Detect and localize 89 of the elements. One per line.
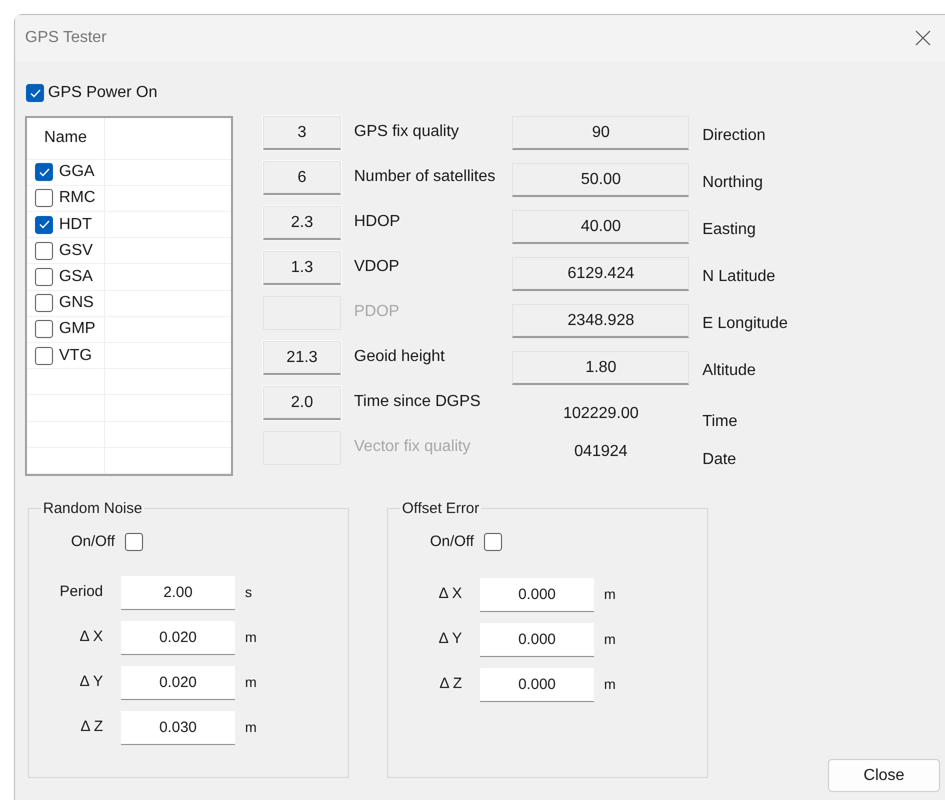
unit-label: m xyxy=(604,630,616,649)
readout-box: 3 xyxy=(263,116,341,150)
row-label: GGA xyxy=(59,162,95,182)
row-label: GSA xyxy=(59,267,93,288)
readout-label: E Longitude xyxy=(702,314,788,334)
checkmark-icon xyxy=(30,88,40,98)
input-field[interactable]: 0.030 xyxy=(121,710,235,744)
readout-box: 21.3 xyxy=(263,341,341,375)
input-field[interactable]: 0.000 xyxy=(480,622,594,656)
field-label: Δ Y xyxy=(78,672,104,692)
readout-box: 50.00 xyxy=(512,163,690,197)
checkmark-icon xyxy=(38,168,50,177)
readout-box: 40.00 xyxy=(512,210,690,244)
readout-label: Geoid height xyxy=(354,347,445,367)
list-row[interactable]: GMP xyxy=(27,316,231,343)
row-label: VTG xyxy=(59,346,92,366)
list-row[interactable]: GGA xyxy=(27,160,231,186)
readout-value: 102229.00 xyxy=(563,404,639,424)
input-field[interactable]: 0.000 xyxy=(480,578,594,612)
checkbox[interactable] xyxy=(35,268,53,286)
checkbox[interactable] xyxy=(35,216,53,234)
field-label: Δ Z xyxy=(79,717,104,738)
unit-label: s xyxy=(245,583,252,602)
list-row[interactable]: RMC xyxy=(27,186,231,212)
row-label: HDT xyxy=(59,214,92,235)
checkmark-icon xyxy=(38,220,50,230)
readout-box: 2348.928 xyxy=(512,304,690,338)
readout-label: Time since DGPS xyxy=(354,392,481,412)
input-field[interactable]: 0.020 xyxy=(121,620,235,654)
checkbox[interactable] xyxy=(35,294,53,312)
checkbox[interactable] xyxy=(484,533,502,552)
row-label: GSV xyxy=(59,240,93,261)
list-row[interactable]: HDT xyxy=(27,212,231,238)
unit-label: m xyxy=(245,673,257,692)
sentence-list[interactable]: Name GGA RMC HDT GSV GSA GNS GMP VTG xyxy=(25,116,233,476)
field-label: Δ X xyxy=(78,627,104,648)
unit-label: m xyxy=(245,628,257,647)
readout-label: Date xyxy=(702,450,736,470)
readout-label: VDOP xyxy=(354,257,400,277)
checkbox[interactable] xyxy=(35,163,53,182)
readout-label: N Latitude xyxy=(702,267,776,287)
toggle-label: On/Off xyxy=(71,532,115,552)
readout-box: 1.3 xyxy=(263,251,341,285)
readout-box: 90 xyxy=(512,116,690,150)
unit-label: m xyxy=(245,718,257,737)
close-icon[interactable] xyxy=(914,30,931,46)
readout-box: 2.0 xyxy=(263,386,341,420)
readout-box: 2.3 xyxy=(263,206,341,240)
unit-label: m xyxy=(604,585,616,604)
readout-label: PDOP xyxy=(354,302,400,322)
list-row[interactable]: GNS xyxy=(27,290,231,317)
checkbox[interactable] xyxy=(35,320,53,338)
checkbox[interactable] xyxy=(35,189,53,208)
readout-label: Northing xyxy=(702,173,763,193)
toggle-label: On/Off xyxy=(430,532,474,552)
list-row[interactable]: GSV xyxy=(27,238,231,264)
column-header[interactable]: Name xyxy=(27,118,105,159)
readout-label: Altitude xyxy=(702,361,756,381)
row-label: RMC xyxy=(59,188,96,208)
field-label: Period xyxy=(58,582,104,602)
field-label: Δ X xyxy=(438,584,463,604)
readout-label: Number of satellites xyxy=(354,167,496,187)
readout-label: Vector fix quality xyxy=(354,437,470,457)
checkbox[interactable] xyxy=(26,84,44,102)
readout-label: HDOP xyxy=(354,212,400,232)
input-field[interactable]: 0.000 xyxy=(480,668,594,702)
unit-label: m xyxy=(604,675,616,694)
checkbox-label: GPS Power On xyxy=(48,83,158,103)
input-field[interactable]: 0.020 xyxy=(121,666,235,700)
readout-box: 6 xyxy=(263,161,341,195)
readout-label: Easting xyxy=(702,220,756,240)
checkbox[interactable] xyxy=(35,346,53,365)
readout-label: Time xyxy=(702,412,738,432)
window-title: GPS Tester xyxy=(25,28,107,48)
field-label: Δ Z xyxy=(438,674,463,694)
checkbox[interactable] xyxy=(35,242,53,260)
readout-value: 041924 xyxy=(574,442,628,462)
close-button[interactable]: Close xyxy=(828,759,940,792)
list-row[interactable]: VTG xyxy=(27,343,231,370)
checkbox[interactable] xyxy=(124,533,143,552)
row-label: GNS xyxy=(59,293,94,314)
readout-box: 1.80 xyxy=(512,351,690,385)
field-label: Δ Y xyxy=(438,629,463,650)
row-label: GMP xyxy=(59,319,96,340)
readout-box: 6129.424 xyxy=(512,257,690,291)
readout-label: Direction xyxy=(702,126,766,146)
input-field[interactable]: 2.00 xyxy=(121,576,235,610)
readout-label: GPS fix quality xyxy=(354,122,459,142)
list-row[interactable]: GSA xyxy=(27,264,231,291)
